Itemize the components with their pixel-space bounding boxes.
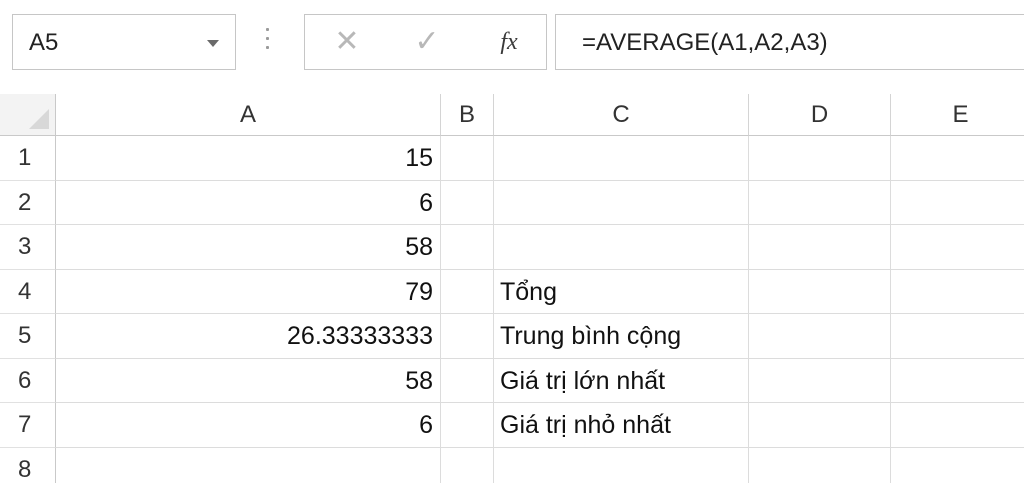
cell-c2[interactable] xyxy=(494,180,749,225)
cell-d7[interactable] xyxy=(749,403,891,448)
cell-c5[interactable]: Trung bình cộng xyxy=(494,314,749,359)
formula-input[interactable]: =AVERAGE(A1,A2,A3) xyxy=(555,14,1024,70)
cell-e8[interactable] xyxy=(891,448,1024,483)
grip-handle-icon[interactable] xyxy=(266,28,270,54)
cell-c6[interactable]: Giá trị lớn nhất xyxy=(494,358,749,403)
select-all-triangle-icon xyxy=(29,109,49,129)
cell-b7[interactable] xyxy=(441,403,494,448)
row-header-2[interactable]: 2 xyxy=(0,180,56,225)
cell-c7[interactable]: Giá trị nhỏ nhất xyxy=(494,403,749,448)
cell-a5[interactable]: 26.33333333 xyxy=(56,314,441,359)
cell-b6[interactable] xyxy=(441,358,494,403)
cell-a2[interactable]: 6 xyxy=(56,180,441,225)
column-header-e[interactable]: E xyxy=(891,94,1024,136)
row-header-8[interactable]: 8 xyxy=(0,447,56,483)
cell-a8[interactable] xyxy=(56,447,441,483)
row-header-7[interactable]: 7 xyxy=(0,403,56,448)
cell-e5[interactable] xyxy=(891,314,1024,359)
cell-b2[interactable] xyxy=(441,180,494,225)
cell-a4[interactable]: 79 xyxy=(56,269,441,314)
cell-b1[interactable] xyxy=(441,136,494,181)
row-header-1[interactable]: 1 xyxy=(0,136,56,181)
enter-check-icon[interactable]: ✓ xyxy=(407,15,447,69)
cell-a6[interactable]: 58 xyxy=(56,358,441,403)
row-header-5[interactable]: 5 xyxy=(0,314,56,359)
cell-e1[interactable] xyxy=(891,136,1024,181)
name-box[interactable]: A5 xyxy=(12,14,236,70)
select-all-button[interactable] xyxy=(0,94,56,136)
cell-b4[interactable] xyxy=(441,269,494,314)
insert-function-icon[interactable]: fx xyxy=(487,15,531,69)
cell-a3[interactable]: 58 xyxy=(56,225,441,270)
fx-label: fx xyxy=(500,29,518,55)
cell-d4[interactable] xyxy=(749,269,891,314)
cell-c8[interactable] xyxy=(494,447,749,483)
column-header-c[interactable]: C xyxy=(494,94,749,136)
formula-text: =AVERAGE(A1,A2,A3) xyxy=(582,29,828,56)
cell-d8[interactable] xyxy=(749,447,891,483)
cell-e6[interactable] xyxy=(891,359,1024,403)
worksheet-grid: A B C D E 1 15 2 6 3 58 4 79 Tổng 5 26.3… xyxy=(0,94,1024,483)
row-header-3[interactable]: 3 xyxy=(0,225,56,270)
column-header-a[interactable]: A xyxy=(56,94,441,136)
spreadsheet-window: A5 ✕ ✓ fx =AVERAGE(A1,A2,A3) A B C D E 1… xyxy=(0,0,1024,483)
chevron-down-icon[interactable] xyxy=(207,40,219,47)
formula-controls: ✕ ✓ fx xyxy=(304,14,547,70)
cell-c3[interactable] xyxy=(494,225,749,270)
cell-d5[interactable] xyxy=(749,314,891,359)
cell-d1[interactable] xyxy=(749,136,891,181)
cell-d2[interactable] xyxy=(749,180,891,225)
column-header-d[interactable]: D xyxy=(749,94,891,136)
column-header-b[interactable]: B xyxy=(441,94,494,136)
cell-e7[interactable] xyxy=(891,403,1024,448)
cell-d6[interactable] xyxy=(749,358,891,403)
cell-d3[interactable] xyxy=(749,225,891,270)
cell-e2[interactable] xyxy=(891,181,1024,225)
cell-a7[interactable]: 6 xyxy=(56,403,441,448)
cell-c1[interactable] xyxy=(494,136,749,181)
name-box-value: A5 xyxy=(29,29,59,56)
formula-bar: A5 ✕ ✓ fx =AVERAGE(A1,A2,A3) xyxy=(0,0,1024,90)
cell-b8[interactable] xyxy=(441,447,494,483)
cell-e4[interactable] xyxy=(891,270,1024,314)
cell-b3[interactable] xyxy=(441,225,494,270)
cell-a1[interactable]: 15 xyxy=(56,136,441,181)
cell-e3[interactable] xyxy=(891,225,1024,270)
cell-c4[interactable]: Tổng xyxy=(494,269,749,314)
cell-b5[interactable] xyxy=(441,314,494,359)
cancel-icon[interactable]: ✕ xyxy=(327,15,367,69)
row-header-4[interactable]: 4 xyxy=(0,269,56,314)
row-header-6[interactable]: 6 xyxy=(0,358,56,403)
